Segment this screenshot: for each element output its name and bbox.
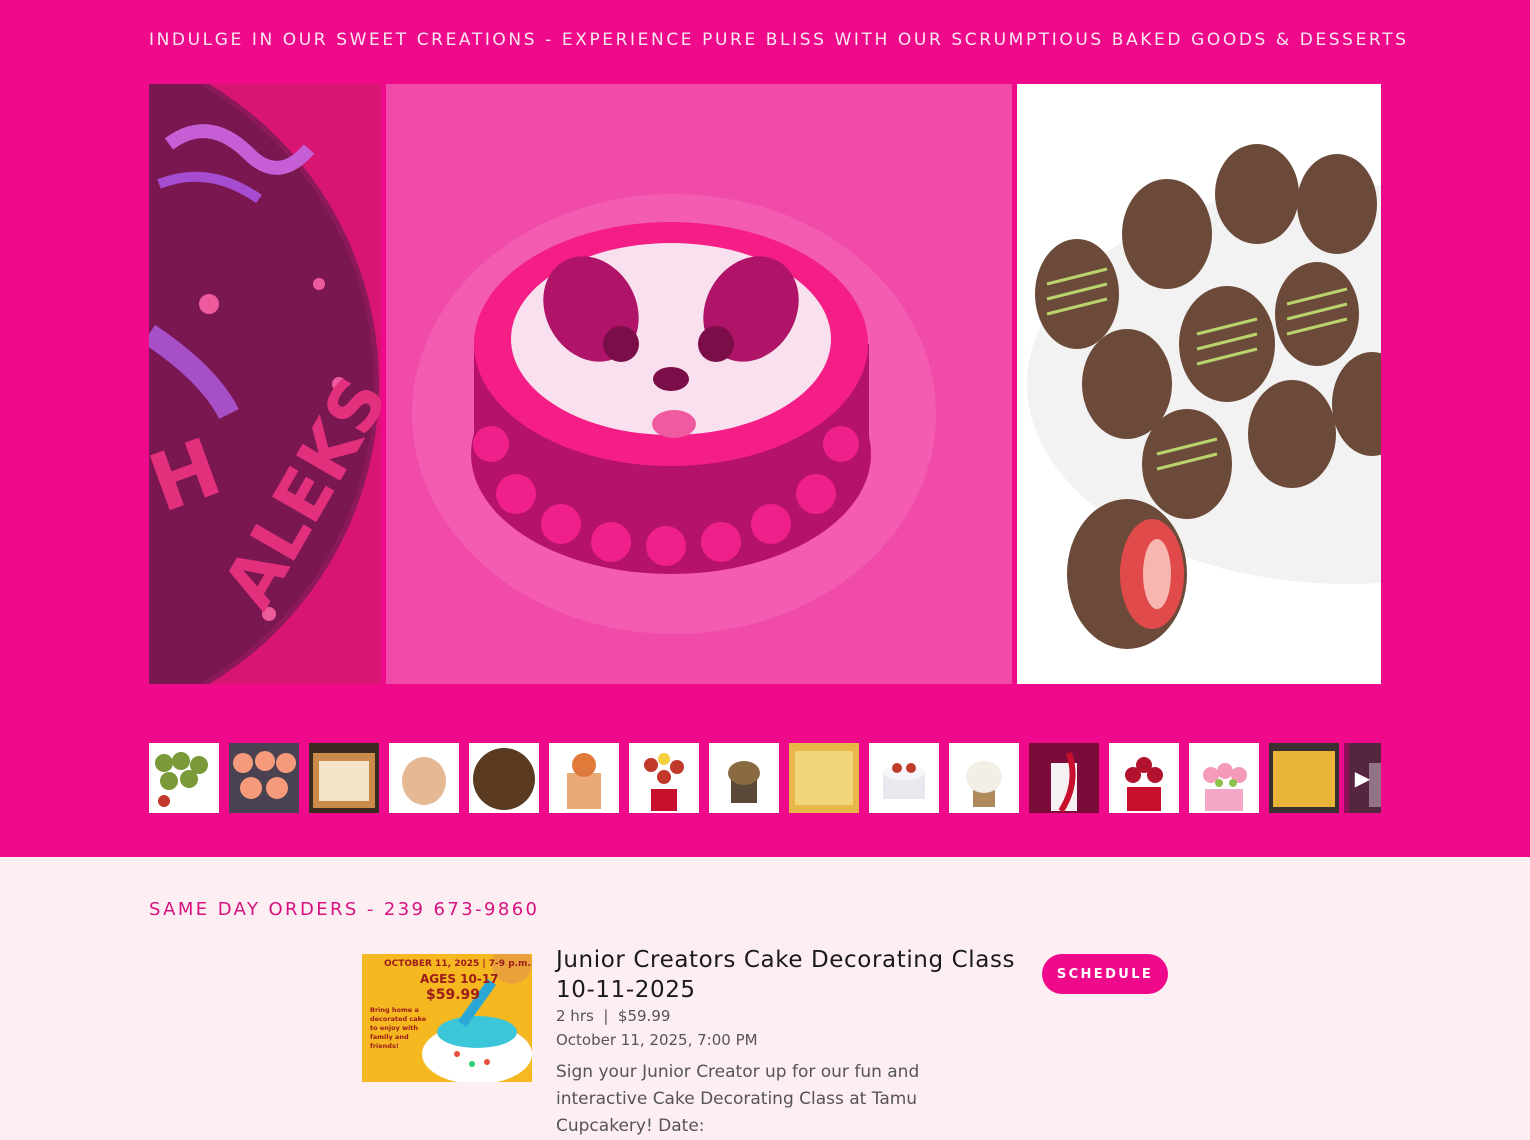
photo-gallery: H ALEKS (149, 84, 1381, 684)
service-image-tagline: Bring home a decorated cake to enjoy wit… (370, 1006, 427, 1050)
gallery-slide-active[interactable] (386, 84, 1012, 684)
service-image[interactable]: OCTOBER 11, 2025 | 7-9 p.m. AGES 10-17 $… (362, 954, 532, 1082)
thumbnail[interactable] (949, 743, 1019, 813)
thumbnail[interactable] (149, 743, 219, 813)
hero-section: INDULGE IN OUR SWEET CREATIONS - EXPERIE… (0, 0, 1530, 857)
service-date: October 11, 2025, 7:00 PM (556, 1031, 758, 1049)
thumbnail[interactable] (469, 743, 539, 813)
hero-tagline: INDULGE IN OUR SWEET CREATIONS - EXPERIE… (149, 30, 1409, 50)
thumbnail[interactable] (1269, 743, 1339, 813)
thumbnail[interactable] (389, 743, 459, 813)
service-title[interactable]: Junior Creators Cake Decorating Class 10… (556, 945, 1026, 1005)
schedule-button[interactable]: SCHEDULE (1042, 954, 1168, 994)
thumbnail-strip: ▶ (149, 743, 1381, 813)
play-triangle-icon[interactable]: ▶ (1344, 743, 1381, 813)
thumbnail[interactable] (709, 743, 779, 813)
thumbnail[interactable] (1109, 743, 1179, 813)
thumbnail[interactable] (869, 743, 939, 813)
service-image-price: $59.99 (426, 987, 480, 1003)
thumbnail[interactable] (549, 743, 619, 813)
gallery-slide-previous[interactable]: H ALEKS (149, 84, 381, 684)
thumbnail[interactable] (309, 743, 379, 813)
service-image-ages: AGES 10-17 (420, 972, 499, 986)
gallery-slide-next[interactable] (1017, 84, 1381, 684)
same-day-orders-heading: SAME DAY ORDERS - 239 673-9860 (149, 899, 540, 920)
services-section: SAME DAY ORDERS - 239 673-9860 OCTOBER 1… (0, 857, 1530, 1136)
service-description: Sign your Junior Creator up for our fun … (556, 1062, 920, 1136)
thumbnail[interactable] (229, 743, 299, 813)
thumbnail[interactable] (1029, 743, 1099, 813)
thumbnail[interactable] (1189, 743, 1259, 813)
thumbnail[interactable] (789, 743, 859, 813)
thumbnail[interactable] (629, 743, 699, 813)
service-meta: 2 hrs | $59.99 (556, 1007, 671, 1025)
service-image-date: OCTOBER 11, 2025 | 7-9 p.m. (384, 959, 531, 969)
